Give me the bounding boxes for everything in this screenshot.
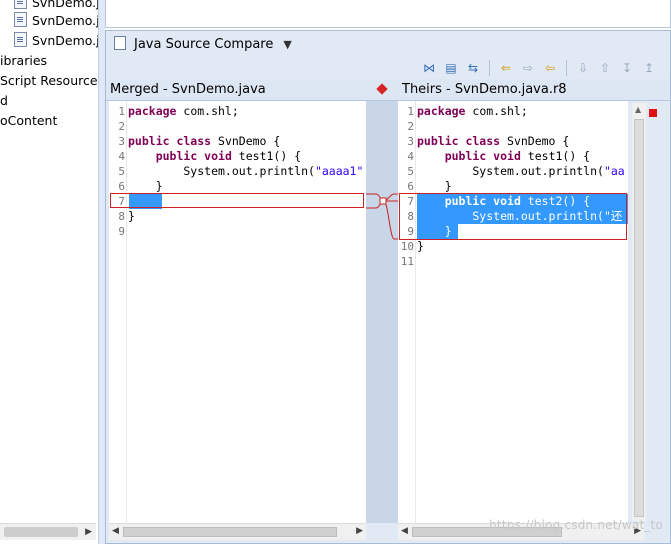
panel-sash[interactable] — [98, 0, 105, 544]
overview-ruler-change-marker[interactable] — [649, 109, 657, 117]
scroll-left-arrow-icon[interactable]: ◀ — [112, 526, 119, 536]
tree-item-folder[interactable]: d — [0, 91, 8, 111]
merged-code-pane[interactable]: 1 package com.shl; 2 3 public class SvnDem… — [109, 101, 366, 523]
toolbar-separator — [566, 60, 567, 76]
theirs-code-pane[interactable]: 1 package com.shl; 2 3 public class SvnDem… — [398, 101, 628, 523]
tree-item-script-resources[interactable]: Script Resources — [0, 71, 98, 91]
editor-area-top — [105, 0, 671, 28]
right-pane-header: Theirs - SvnDemo.java.r8 — [398, 79, 670, 101]
next-difference-icon[interactable]: ⇩ — [574, 59, 592, 77]
previous-change-icon[interactable]: ↥ — [640, 59, 658, 77]
copy-current-right-icon[interactable]: ⇨ — [519, 59, 537, 77]
diff-range-box — [110, 193, 364, 208]
right-vertical-scrollbar[interactable]: ▲ — [632, 103, 646, 521]
scrollbar-thumb[interactable] — [4, 527, 78, 537]
previous-difference-icon[interactable]: ⇧ — [596, 59, 614, 77]
left-pane-header: Merged - SvnDemo.java — [106, 79, 366, 101]
ignore-whitespace-icon[interactable]: ⋈ — [420, 59, 438, 77]
dropdown-arrow-icon[interactable]: ▼ — [283, 38, 291, 51]
java-file-icon — [14, 0, 27, 9]
java-compare-icon — [114, 36, 126, 50]
scrollbar-thumb[interactable] — [634, 119, 644, 517]
left-horizontal-scrollbar[interactable]: ◀ ▶ — [109, 523, 366, 540]
scroll-left-arrow-icon[interactable]: ◀ — [401, 526, 408, 536]
copy-change-handle-icon[interactable] — [379, 197, 387, 205]
copy-current-left-icon[interactable]: ⇦ — [541, 59, 559, 77]
tree-item-webcontent[interactable]: oContent — [0, 111, 57, 131]
show-ancestor-icon[interactable]: ▤ — [442, 59, 460, 77]
project-explorer-tree: SvnDemo.j SvnDemo.j SvnDemo.j ibraries S… — [0, 0, 98, 544]
tree-horizontal-scrollbar[interactable]: ▶ — [0, 523, 96, 540]
compare-toolbar: ⋈ ▤ ⇆ ⇐ ⇨ ⇦ ⇩ ⇧ ↧ ↥ — [420, 58, 658, 78]
tree-item-file[interactable]: SvnDemo.j — [14, 11, 98, 31]
java-file-icon — [14, 12, 27, 27]
compare-title-label: Java Source Compare — [134, 37, 274, 52]
diff-connector — [366, 193, 398, 240]
tree-item-libraries[interactable]: ibraries — [0, 51, 47, 71]
copy-all-left-icon[interactable]: ⇐ — [497, 59, 515, 77]
compare-viewer-switch[interactable]: Java Source Compare ▼ — [114, 35, 292, 55]
scrollbar-thumb[interactable] — [123, 527, 337, 537]
scroll-right-arrow-icon[interactable]: ▶ — [356, 526, 363, 536]
java-file-icon — [14, 32, 27, 47]
next-change-icon[interactable]: ↧ — [618, 59, 636, 77]
conflict-marker-icon[interactable] — [376, 83, 388, 95]
swap-sides-icon[interactable]: ⇆ — [464, 59, 482, 77]
toolbar-separator — [489, 60, 490, 76]
compare-editor: Java Source Compare ▼ ⋈ ▤ ⇆ ⇐ ⇨ ⇦ ⇩ ⇧ ↧ ↥… — [105, 30, 671, 544]
scroll-right-arrow-icon[interactable]: ▶ — [85, 527, 92, 537]
diff-connector-gutter — [366, 101, 398, 523]
tree-item-file[interactable]: SvnDemo.j — [14, 31, 98, 51]
center-header — [366, 79, 398, 101]
scroll-up-arrow-icon[interactable]: ▲ — [635, 105, 641, 114]
watermark: https://blog.csdn.net/wat_to — [489, 518, 663, 532]
